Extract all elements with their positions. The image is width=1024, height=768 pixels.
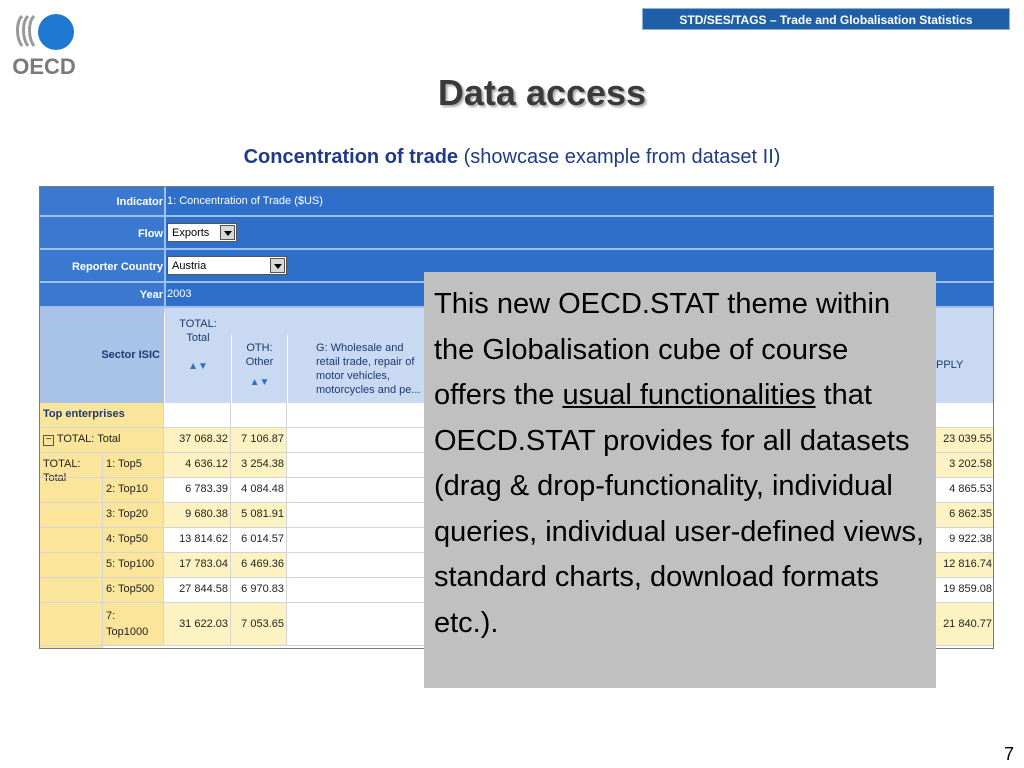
col-oth-title: OTH: Other <box>245 342 274 368</box>
row-label: TOTAL: Total <box>56 433 121 445</box>
cell-oth: 5 081.91 <box>231 503 287 527</box>
indicator-row: Indicator 1: Concentration of Trade ($US… <box>40 187 993 217</box>
cell-total: 17 783.04 <box>164 553 231 577</box>
sort-arrows-icon[interactable]: ▲▼ <box>232 377 287 388</box>
col-g-header[interactable]: G: Wholesale and retail trade, repair of… <box>287 335 427 403</box>
row-label: 3: Top20 <box>103 503 164 527</box>
cell-last: 3 202.58 <box>935 453 993 477</box>
cell-total: 37 068.32 <box>164 428 231 452</box>
cell-last: 21 840.77 <box>935 603 993 645</box>
oecd-logo: OECD <box>12 14 76 79</box>
cell-last: 9 922.38 <box>935 528 993 552</box>
indicator-label: Indicator <box>116 196 163 208</box>
cell-last: 19 859.08 <box>935 578 993 602</box>
info-overlay: This new OECD.STAT theme within the Glob… <box>424 272 936 688</box>
flow-select-value: Exports <box>172 227 210 239</box>
cell-last: 12 816.74 <box>935 553 993 577</box>
row-label: Top enterprises <box>40 403 164 427</box>
chevron-down-icon[interactable] <box>220 225 235 240</box>
col-last-header[interactable]: PPLY <box>935 335 993 403</box>
subtitle-rest: (showcase example from dataset II) <box>463 146 781 168</box>
cell-last: 4 865.53 <box>935 478 993 502</box>
page-number: 7 <box>1003 744 1014 764</box>
cell-oth: 6 469.36 <box>231 553 287 577</box>
row-label-cell: − TOTAL: Total <box>40 428 164 452</box>
flow-row: Flow Exports <box>40 217 993 250</box>
cell-oth: 7 053.65 <box>231 603 287 645</box>
col-oth-header[interactable]: OTH: Other ▲▼ <box>231 335 287 403</box>
overlay-link: usual functionalities <box>562 379 816 411</box>
row-label: 6: Top500 <box>103 578 164 602</box>
cell-total: 9 680.38 <box>164 503 231 527</box>
year-label: Year <box>139 289 163 301</box>
cell-last: 6 862.35 <box>935 503 993 527</box>
reporter-label: Reporter Country <box>71 261 163 273</box>
page-title: Data access <box>437 72 647 113</box>
row-label: 2: Top10 <box>103 478 164 502</box>
cell-total: 6 783.39 <box>164 478 231 502</box>
cell-total: 31 622.03 <box>164 603 231 645</box>
reporter-select[interactable]: Austria <box>167 256 287 275</box>
chevron-down-icon[interactable] <box>270 258 285 273</box>
cell-last: 23 039.55 <box>935 428 993 452</box>
col-total-title: TOTAL: Total <box>179 318 217 344</box>
cell-oth: 6 970.83 <box>231 578 287 602</box>
subtitle-bold: Concentration of trade <box>243 146 459 168</box>
sort-arrows-icon[interactable]: ▲▼ <box>165 361 231 372</box>
cell-total: 27 844.58 <box>164 578 231 602</box>
row-label: 1: Top5 <box>103 453 164 477</box>
cell-total: 4 636.12 <box>164 453 231 477</box>
col-total-header[interactable]: TOTAL: Total ▲▼ <box>164 313 231 403</box>
reporter-select-value: Austria <box>172 260 207 272</box>
flow-label: Flow <box>137 228 163 240</box>
subtitle: Concentration of trade (showcase example… <box>0 146 1024 169</box>
year-value: 2003 <box>167 288 192 300</box>
cell-oth: 6 014.57 <box>231 528 287 552</box>
indicator-value: 1: Concentration of Trade ($US) <box>167 195 323 207</box>
sector-isic-label: Sector ISIC <box>40 308 164 403</box>
cell-oth: 3 254.38 <box>231 453 287 477</box>
row-label: 7: Top1000 <box>103 603 164 645</box>
row-label: 4: Top50 <box>103 528 164 552</box>
overlay-text-2: that OECD.STAT provides for all datasets… <box>434 379 925 639</box>
header-badge: STD/SES/TAGS – Trade and Globalisation S… <box>642 8 1010 30</box>
cell-oth: 4 084.48 <box>231 478 287 502</box>
cell-oth: 7 106.87 <box>231 428 287 452</box>
cell-total: 13 814.62 <box>164 528 231 552</box>
flow-select[interactable]: Exports <box>167 223 237 242</box>
row-label: 5: Top100 <box>103 553 164 577</box>
collapse-icon[interactable]: − <box>43 435 54 446</box>
